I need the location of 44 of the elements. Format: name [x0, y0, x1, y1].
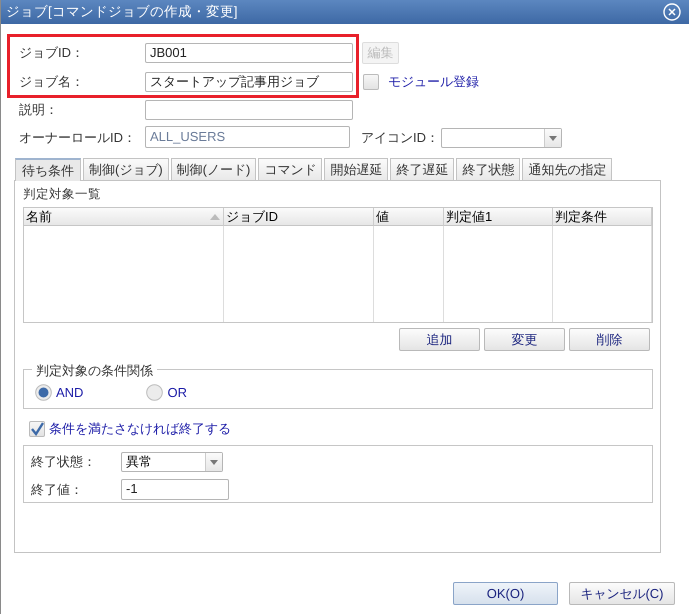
section-title: 判定対象一覧	[23, 188, 102, 201]
field-label: オーナーロールID：	[19, 129, 137, 147]
icon-id-dropdown[interactable]	[441, 128, 562, 148]
tab[interactable]: 待ち条件	[15, 158, 81, 181]
column-header[interactable]: 判定条件	[553, 208, 652, 226]
tab[interactable]: 制御(ジョブ)	[83, 158, 169, 180]
column-header[interactable]: 値	[374, 208, 444, 226]
tab[interactable]: 終了状態	[456, 158, 520, 180]
module-registration-label[interactable]: モジュール登録	[388, 73, 479, 91]
field-label: ジョブID：	[19, 44, 85, 62]
tab[interactable]: 終了遅延	[390, 158, 454, 180]
dialog-button[interactable]: キャンセル(C)	[569, 582, 675, 605]
job-id-field[interactable]: JB001	[145, 43, 353, 63]
end-status-dropdown[interactable]: 異常	[121, 452, 223, 472]
field-label: 説明：	[19, 101, 59, 119]
action-button[interactable]: 追加	[399, 328, 480, 351]
column-header[interactable]: ジョブID	[224, 208, 374, 226]
tab[interactable]: 開始遅延	[324, 158, 388, 180]
window-title: ジョブ[コマンドジョブの作成・変更]	[6, 3, 238, 21]
close-icon[interactable]	[663, 3, 681, 21]
action-button[interactable]: 削除	[569, 328, 650, 351]
tab[interactable]: 制御(ノード)	[170, 158, 256, 180]
description-field[interactable]	[145, 100, 353, 120]
radio-option[interactable]: AND	[35, 384, 84, 400]
field-label: 終了値：	[31, 480, 84, 498]
dropdown-arrow-icon	[549, 136, 557, 140]
action-button[interactable]: 変更	[484, 328, 565, 351]
dropdown-arrow-icon	[210, 460, 218, 464]
tab[interactable]: 通知先の指定	[522, 158, 612, 180]
checkbox[interactable]	[29, 421, 45, 437]
radio-option[interactable]: OR	[146, 384, 187, 400]
field-label: アイコンID：	[361, 129, 439, 147]
column-header[interactable]: 判定値1	[444, 208, 553, 226]
job-name-field[interactable]: スタートアップ記事用ジョブ	[145, 72, 353, 92]
field-label: 終了状態：	[31, 453, 97, 471]
field-label: ジョブ名：	[19, 73, 85, 91]
group-legend: 判定対象の条件関係	[32, 362, 157, 380]
tab[interactable]: コマンド	[258, 158, 322, 180]
end-value-field[interactable]: -1	[121, 479, 229, 500]
checkbox[interactable]	[363, 74, 379, 90]
dialog-button[interactable]: OK(O)	[453, 582, 558, 605]
checkbox-label[interactable]: 条件を満たさなければ終了する	[49, 420, 231, 438]
column-header[interactable]: 名前	[24, 208, 224, 226]
owner-role-id-field[interactable]: ALL_USERS	[145, 126, 350, 148]
